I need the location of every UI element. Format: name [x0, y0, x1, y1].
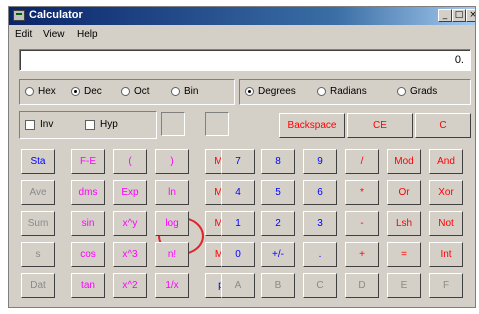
key-n[interactable]: n! — [155, 242, 189, 267]
radio-degrees[interactable]: Degrees — [245, 86, 296, 97]
key-s[interactable]: s — [21, 242, 55, 267]
key-x-y[interactable]: x^y — [113, 211, 147, 236]
radio-dec[interactable]: Dec — [71, 86, 102, 97]
checkbox-hyp[interactable]: Hyp — [85, 119, 118, 130]
checkbox-label: Hyp — [100, 119, 118, 130]
key-6[interactable]: 6 — [303, 180, 337, 205]
radio-label: Dec — [84, 86, 102, 97]
key-f-e[interactable]: F-E — [71, 149, 105, 174]
radio-button-icon — [171, 87, 180, 96]
radio-button-icon — [397, 87, 406, 96]
radio-button-icon — [245, 87, 254, 96]
calculator-window: Calculator _ □ × Edit View Help 0. Hex De… — [8, 6, 476, 308]
key-d[interactable]: D — [345, 273, 379, 298]
key-or[interactable]: Or — [387, 180, 421, 205]
key-symbol[interactable]: +/- — [261, 242, 295, 267]
display-value: 0. — [454, 54, 464, 66]
minimize-button[interactable]: _ — [438, 9, 452, 22]
checkbox-icon — [25, 119, 35, 130]
key-not[interactable]: Not — [429, 211, 463, 236]
key-sta[interactable]: Sta — [21, 149, 55, 174]
radio-oct[interactable]: Oct — [121, 86, 150, 97]
key-a[interactable]: A — [221, 273, 255, 298]
key-exp[interactable]: Exp — [113, 180, 147, 205]
key-3[interactable]: 3 — [303, 211, 337, 236]
key-mod[interactable]: Mod — [387, 149, 421, 174]
key-tan[interactable]: tan — [71, 273, 105, 298]
menu-help[interactable]: Help — [77, 29, 98, 40]
radio-bin[interactable]: Bin — [171, 86, 198, 97]
radio-radians[interactable]: Radians — [317, 86, 367, 97]
radio-label: Oct — [134, 86, 150, 97]
key-and[interactable]: And — [429, 149, 463, 174]
key-7[interactable]: 7 — [221, 149, 255, 174]
key-symbol[interactable]: + — [345, 242, 379, 267]
radio-grads[interactable]: Grads — [397, 86, 437, 97]
menu-bar: Edit View Help — [9, 26, 475, 44]
radio-label: Hex — [38, 86, 56, 97]
radio-label: Degrees — [258, 86, 296, 97]
backspace-button[interactable]: Backspace — [279, 113, 345, 138]
key-1[interactable]: 1 — [221, 211, 255, 236]
key-c[interactable]: C — [303, 273, 337, 298]
key-symbol[interactable]: / — [345, 149, 379, 174]
title-bar[interactable]: Calculator _ □ × — [9, 7, 475, 25]
key-symbol[interactable]: . — [303, 242, 337, 267]
maximize-button[interactable]: □ — [452, 9, 466, 22]
radio-hex[interactable]: Hex — [25, 86, 56, 97]
key-symbol[interactable]: ) — [155, 149, 189, 174]
key-cos[interactable]: cos — [71, 242, 105, 267]
radio-button-icon — [121, 87, 130, 96]
window-title: Calculator — [29, 9, 83, 21]
key-x-2[interactable]: x^2 — [113, 273, 147, 298]
key-dms[interactable]: dms — [71, 180, 105, 205]
radio-label: Radians — [330, 86, 367, 97]
key-symbol[interactable]: * — [345, 180, 379, 205]
key-symbol[interactable]: ( — [113, 149, 147, 174]
key-ave[interactable]: Ave — [21, 180, 55, 205]
key-e[interactable]: E — [387, 273, 421, 298]
checkbox-icon — [85, 119, 95, 130]
menu-view[interactable]: View — [43, 29, 65, 40]
key-ln[interactable]: ln — [155, 180, 189, 205]
key-dat[interactable]: Dat — [21, 273, 55, 298]
key-log[interactable]: log — [155, 211, 189, 236]
key-2[interactable]: 2 — [261, 211, 295, 236]
key-x-3[interactable]: x^3 — [113, 242, 147, 267]
parenthesis-indicator — [161, 112, 185, 136]
key-symbol[interactable]: = — [387, 242, 421, 267]
memory-indicator — [205, 112, 229, 136]
result-display: 0. — [19, 49, 471, 71]
key-9[interactable]: 9 — [303, 149, 337, 174]
key-sin[interactable]: sin — [71, 211, 105, 236]
close-button[interactable]: × — [466, 9, 475, 22]
key-1-x[interactable]: 1/x — [155, 273, 189, 298]
radio-button-icon — [317, 87, 326, 96]
radio-button-icon — [71, 87, 80, 96]
key-b[interactable]: B — [261, 273, 295, 298]
key-int[interactable]: Int — [429, 242, 463, 267]
key-0[interactable]: 0 — [221, 242, 255, 267]
key-8[interactable]: 8 — [261, 149, 295, 174]
radio-label: Grads — [410, 86, 438, 97]
key-lsh[interactable]: Lsh — [387, 211, 421, 236]
key-f[interactable]: F — [429, 273, 463, 298]
menu-edit[interactable]: Edit — [15, 29, 32, 40]
radio-label: Bin — [184, 86, 199, 97]
calculator-app-icon — [13, 10, 25, 21]
key-symbol[interactable]: - — [345, 211, 379, 236]
key-sum[interactable]: Sum — [21, 211, 55, 236]
key-5[interactable]: 5 — [261, 180, 295, 205]
radio-button-icon — [25, 87, 34, 96]
key-xor[interactable]: Xor — [429, 180, 463, 205]
key-4[interactable]: 4 — [221, 180, 255, 205]
checkbox-label: Inv — [40, 119, 54, 130]
ce-button[interactable]: CE — [347, 113, 413, 138]
c-button[interactable]: C — [415, 113, 471, 138]
checkbox-inv[interactable]: Inv — [25, 119, 53, 130]
